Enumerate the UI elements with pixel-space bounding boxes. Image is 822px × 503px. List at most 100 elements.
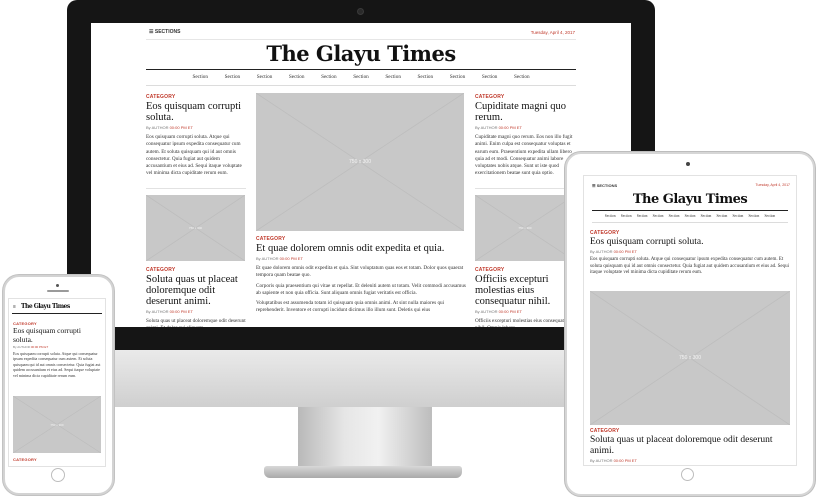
article-category[interactable]: CATEGORY [146,267,246,273]
header-date: Tuesday, April 4, 2017 [530,30,575,35]
nav-section-link[interactable]: Section [650,214,666,218]
menu-icon[interactable]: ≡ [13,304,16,310]
masthead-rule [12,313,102,314]
article-category[interactable]: CATEGORY [256,236,466,242]
article-byline: By AUTHOR 00:00 PM ET [146,309,193,314]
imac-foot [264,466,462,478]
nav-section-link[interactable]: Section [345,74,377,80]
masthead-title[interactable]: The Glayu Times [584,192,796,207]
article-body: Eos quisquam corrupti soluta. Atque qui … [146,134,242,177]
article-body: Eos quisquam corrupti soluta. Atque qui … [13,351,101,378]
sections-menu-button[interactable]: ☰ SECTIONS [592,183,617,188]
article-category[interactable]: CATEGORY [475,94,575,100]
article-byline: By AUTHOR 00:00 PM ET [256,256,303,261]
nav-section-link[interactable]: Section [474,74,506,80]
masthead-rule [146,69,576,70]
article-body-p1: Et quae dolorem omnis odit expedita et q… [256,265,464,279]
masthead-title[interactable]: The Glayu Times [91,41,631,66]
phone-article: CATEGORY Eos quisquam corrupti soluta. B… [13,321,102,378]
phone-speaker [47,290,69,292]
nav-section-link[interactable]: Section [216,74,248,80]
left-column: CATEGORY Eos quisquam corrupti soluta. B… [146,94,246,178]
nav-section-link[interactable]: Section [762,214,778,218]
tablet-article-2: CATEGORY Soluta quas ut placeat doloremq… [590,428,790,463]
article-image-placeholder[interactable]: 750 x 300 [13,396,101,453]
phone-screen: ≡ The Glayu Times CATEGORY Eos quisquam … [8,298,106,467]
article-headline[interactable]: Cupiditate magni quo rerum. [475,101,575,123]
nav-section-link[interactable]: Section [184,74,216,80]
article-byline: By AUTHOR 00:00 PM ET [146,125,193,130]
phone-home-button[interactable] [51,468,65,482]
nav-section-link[interactable]: Section [634,214,650,218]
lead-image-placeholder[interactable]: 750 x 300 [256,93,464,231]
nav-section-link[interactable]: Section [746,214,762,218]
lead-article: CATEGORY Et quae dolorem omnis odit expe… [256,236,466,315]
article-headline[interactable]: Eos quisquam corrupti soluta. [146,101,246,123]
article-category[interactable]: CATEGORY [146,94,246,100]
article-byline: By AUTHOR 00:00 PM ET [13,345,49,349]
article-body: Officiis excepturi molestias eius conseq… [475,318,569,327]
nav-section-link[interactable]: Section [248,74,280,80]
nav-rule [146,85,576,86]
nav-section-link[interactable]: Section [313,74,345,80]
right-column-article-2: CATEGORY Officiis excepturi molestias ei… [475,267,575,327]
sections-menu-button[interactable]: ☰ SECTIONS [149,29,180,35]
tablet-home-button[interactable] [681,468,694,481]
article-headline[interactable]: Officiis excepturi molestias eius conseq… [475,274,575,307]
article-headline[interactable]: Soluta quas ut placeat doloremque odit d… [146,274,246,307]
nav-section-link[interactable]: Section [682,214,698,218]
article-image-placeholder[interactable]: 750 x 300 [475,195,575,261]
article-body: Eos quisquam corrupti soluta. Atque qui … [590,257,789,276]
article-headline[interactable]: Eos quisquam corrupti soluta. [590,237,790,248]
article-body-p3: Voluptatibus est assumenda totam id quis… [256,300,445,314]
article-image-placeholder[interactable]: 750 x 300 [146,195,245,261]
article-byline: By AUTHOR 00:00 PM ET [590,458,637,463]
imac-stand [298,407,432,473]
article-category[interactable]: CATEGORY [475,267,575,273]
image-size-label: 750 x 300 [188,226,203,230]
nav-section-link[interactable]: Section [441,74,473,80]
article-category[interactable]: CATEGORY [590,230,790,236]
tablet-screen: ☰ SECTIONS Tuesday, April 4, 2017 The Gl… [583,175,797,466]
article-byline: By AUTHOR 00:00 PM ET [475,125,522,130]
article-body: Soluta quas ut placeat doloremque odit d… [146,318,246,327]
tablet-article: CATEGORY Eos quisquam corrupti soluta. B… [590,230,790,277]
nav-section-link[interactable]: Section [506,74,538,80]
article-category[interactable]: CATEGORY [590,428,790,434]
article-headline[interactable]: Soluta quas ut placeat doloremque odit d… [590,435,790,457]
nav-section-link[interactable]: Section [618,214,634,218]
nav-section-link[interactable]: Section [714,214,730,218]
nav-rule [592,222,788,223]
image-size-label: 750 x 300 [518,226,532,230]
article-byline: By AUTHOR 00:00 PM ET [590,249,637,254]
nav-section-link[interactable]: Section [602,214,618,218]
article-body: Cupiditate magni quo rerum. Eos non illo… [475,134,573,177]
header-date: Tuesday, April 4, 2017 [755,183,790,187]
nav-section-link[interactable]: Section [377,74,409,80]
image-size-label: 750 x 300 [349,159,371,165]
nav-section-link[interactable]: Section [409,74,441,80]
article-category[interactable]: CATEGORY [13,457,37,462]
article-image-placeholder[interactable]: 750 x 300 [590,291,790,425]
image-size-label: 750 x 300 [679,355,701,361]
phone-camera [56,284,59,287]
masthead-title[interactable]: The Glayu Times [21,303,70,310]
top-divider [146,39,576,40]
article-headline[interactable]: Eos quisquam corrupti soluta. [13,326,102,344]
masthead-rule [592,210,788,211]
nav-section-link[interactable]: Section [281,74,313,80]
nav-section-link[interactable]: Section [666,214,682,218]
tablet-camera [686,162,690,166]
left-column-article-2: CATEGORY Soluta quas ut placeat doloremq… [146,267,246,327]
nav-section-link[interactable]: Section [730,214,746,218]
image-size-label: 750 x 300 [50,422,64,427]
nav-section-link[interactable]: Section [698,214,714,218]
right-column: CATEGORY Cupiditate magni quo rerum. By … [475,94,575,178]
article-byline: By AUTHOR 00:00 PM ET [475,309,522,314]
desktop-screen: ☰ SECTIONS Tuesday, April 4, 2017 The Gl… [91,23,631,327]
section-nav: Section Section Section Section Section Secti… [146,74,576,80]
lead-headline[interactable]: Et quae dolorem omnis odit expedita et q… [256,243,466,255]
imac-camera [357,8,364,15]
section-nav: Section Section Section Section Section Secti… [592,214,788,218]
right-divider [475,188,575,189]
